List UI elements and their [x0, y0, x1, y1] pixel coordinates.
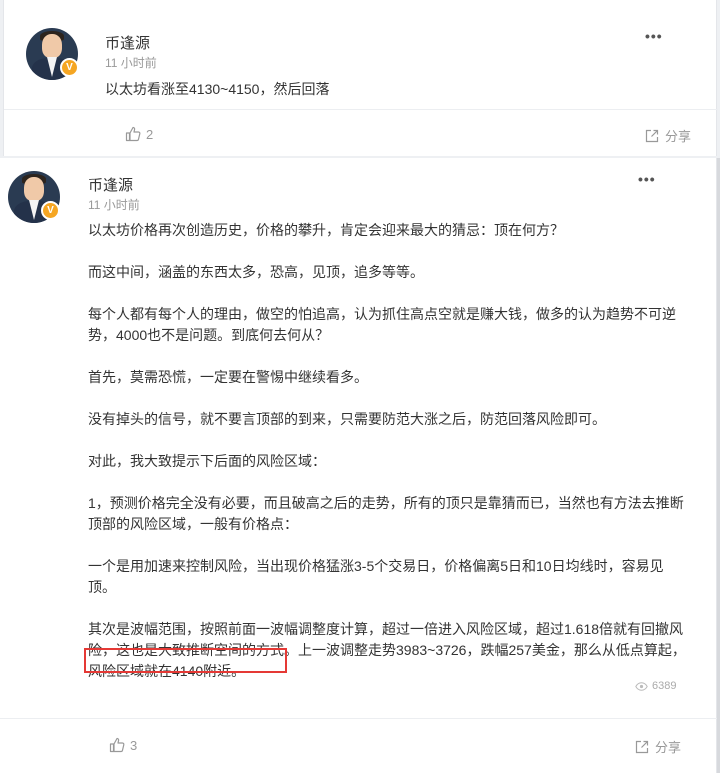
share-icon [645, 129, 659, 142]
share-label: 分享 [665, 129, 692, 144]
post-card: V 币逢源 11 小时前 ••• 以太坊价格再次创造历史，价格的攀升，肯定会迎来… [0, 158, 717, 773]
divider [4, 109, 718, 110]
verified-badge-icon: V [60, 58, 79, 77]
eye-icon [635, 681, 648, 691]
like-button[interactable]: 3 [109, 737, 137, 753]
view-count: 6389 [635, 680, 676, 692]
like-count: 3 [130, 737, 138, 753]
post-paragraph: 其次是波幅范围，按照前面一波幅调整度计算，超过一倍进入风险区域，超过1.618倍… [88, 621, 686, 679]
more-options-icon[interactable]: ••• [638, 171, 656, 187]
post-paragraph: 而这中间，涵盖的东西太多，恐高，见顶，追多等等。 [88, 264, 424, 280]
view-count-value: 6389 [652, 680, 677, 692]
like-count: 2 [146, 126, 154, 142]
post-content: 以太坊价格再次创造历史，价格的攀升，肯定会迎来最大的猜忌：顶在何方？ 而这中间，… [88, 220, 688, 703]
author-name[interactable]: 币逢源 [105, 32, 150, 53]
post-paragraph: 首先，莫需恐慌，一定要在警惕中继续看多。 [88, 369, 368, 385]
verified-badge-icon: V [41, 201, 60, 220]
divider [0, 718, 717, 719]
share-icon [635, 740, 649, 753]
post-paragraph: 每个人都有每个人的理由，做空的怕追高，认为抓住高点空就是赚大钱，做多的认为趋势不… [88, 306, 676, 343]
share-label: 分享 [655, 740, 682, 755]
post-time: 11 小时前 [88, 198, 140, 212]
author-name[interactable]: 币逢源 [88, 174, 133, 195]
post-paragraph: 没有掉头的信号，就不要言顶部的到来，只需要防范大涨之后，防范回落风险即可。 [88, 411, 606, 427]
share-button[interactable]: 分享 [644, 126, 691, 145]
post-paragraph: 一个是用加速来控制风险，当出现价格猛涨3-5个交易日，价格偏离5日和10日均线时… [88, 558, 664, 595]
share-button[interactable]: 分享 [634, 737, 681, 756]
post-paragraph: 1，预测价格完全没有必要，而且破高之后的走势，所有的顶只是靠猜而已，当然也有方法… [88, 495, 684, 532]
post-card: V 币逢源 11 小时前 ••• 以太坊看涨至4130~4150，然后回落 2 … [3, 0, 718, 156]
thumbs-up-icon [109, 737, 125, 753]
more-options-icon[interactable]: ••• [645, 28, 663, 44]
like-button[interactable]: 2 [125, 126, 153, 142]
post-paragraph: 对此，我大致提示下后面的风险区域： [88, 453, 326, 469]
post-paragraph: 以太坊价格再次创造历史，价格的攀升，肯定会迎来最大的猜忌：顶在何方？ [88, 222, 564, 238]
thumbs-up-icon [125, 126, 141, 142]
post-time: 11 小时前 [105, 56, 157, 70]
post-content: 以太坊看涨至4130~4150，然后回落 [105, 81, 330, 97]
